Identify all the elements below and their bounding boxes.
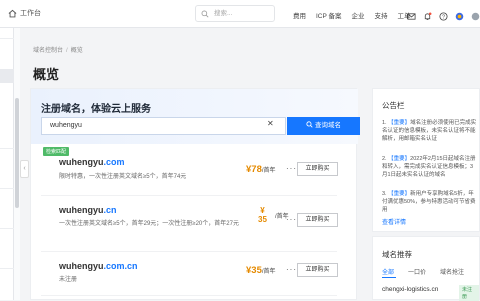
more-options-icon[interactable]: ··· (286, 215, 297, 224)
sidebar-item-active[interactable] (0, 69, 14, 83)
search-icon (306, 121, 313, 128)
domain-name: wuhengyu.com.cn (59, 261, 138, 271)
top-menu: 费用 ICP 备案 企业 支持 工单 (293, 10, 411, 20)
chevron-left-icon: ‹ (23, 165, 26, 172)
menu-support[interactable]: 支持 (375, 10, 388, 20)
domain-price: ¥35 (258, 206, 267, 224)
register-domain-card: 注册域名，体验云上服务 wuhengyu ✕ 查询域名 检索匹配 wuhengy… (30, 88, 360, 300)
menu-enterprise[interactable]: 企业 (352, 10, 365, 20)
search-placeholder: 搜索... (214, 10, 233, 17)
menu-icp[interactable]: ICP 备案 (316, 10, 342, 20)
tab-all[interactable]: 全部 (382, 267, 394, 276)
recommended-domain[interactable]: chengxi-logistics.cn (382, 286, 438, 293)
global-search-input[interactable]: 搜索... (195, 5, 275, 22)
workbench-link[interactable]: 工作台 (8, 8, 41, 18)
status-badge: 未注册 (459, 285, 479, 301)
buy-now-button[interactable]: 立即购买 (297, 213, 338, 227)
menu-billing[interactable]: 费用 (293, 10, 306, 20)
register-hero: 注册域名，体验云上服务 wuhengyu ✕ 查询域名 (31, 89, 360, 144)
page-title: 概览 (33, 67, 60, 82)
search-button-label: 查询域名 (315, 122, 341, 129)
domain-name: wuhengyu.cn (59, 205, 117, 215)
home-icon (8, 9, 17, 17)
help-icon[interactable]: ? (439, 8, 448, 21)
domain-results-list: 检索匹配 wuhengyu.com 限时特惠，一次性注册英文域名≥5个，首年74… (41, 145, 338, 296)
domain-description: 未注册 (59, 277, 78, 283)
active-tab-indicator (382, 277, 396, 278)
workbench-label: 工作台 (20, 10, 41, 17)
bell-icon[interactable] (423, 8, 432, 21)
buy-now-button[interactable]: 立即购买 (297, 263, 338, 277)
announcement-item[interactable]: 1. 【重要】域名注册必须使用已完成实名认证的信息模板，未实名认证将不能解析，用… (382, 119, 478, 143)
tab-fixed-price[interactable]: 一口价 (408, 267, 426, 276)
language-icon[interactable] (455, 8, 464, 21)
domain-price: ¥35/首年 (246, 265, 276, 276)
domain-description: 限时特惠，一次性注册英文域名≥5个，首年74元 (59, 174, 187, 180)
list-item: wuhengyu.cn 一次性注册英文域名≥5个，首年29元；一次性注册≥20个… (41, 196, 338, 252)
svg-text:?: ? (442, 14, 445, 20)
announcement-item[interactable]: 3. 【重要】新用户专享购域名5折，年付满优惠50%，参与特惠活动可节省费用 (382, 190, 478, 214)
collapse-sidebar-button[interactable]: ‹ (20, 160, 29, 178)
domain-name: wuhengyu.com (59, 157, 125, 167)
avatar[interactable] (471, 8, 480, 21)
top-navigation-bar: 工作台 搜索... 费用 ICP 备案 企业 支持 工单 ? (0, 0, 480, 28)
announcement-item[interactable]: 2. 【重要】2022年2月15日起域名注册和转入，需完成实名认证信息模板；3月… (382, 155, 478, 179)
domain-recommend-card: 域名推荐 全部 一口价 域名抢注 chengxi-logistics.cn 未注… (372, 236, 480, 301)
buy-now-button[interactable]: 立即购买 (297, 162, 338, 176)
breadcrumb: 域名控制台 / 概览 (33, 48, 83, 54)
top-icons: ? (407, 8, 480, 21)
announcement-title: 公告栏 (382, 101, 405, 110)
left-sidebar (0, 28, 14, 300)
search-domain-button[interactable]: 查询域名 (287, 117, 360, 135)
search-icon (201, 10, 209, 18)
match-badge: 检索匹配 (43, 147, 70, 156)
breadcrumb-current: 概览 (70, 48, 83, 54)
domain-price: ¥78/首年 (246, 164, 276, 175)
list-item: wuhengyu.com.cn 未注册 ¥35/首年 ··· 立即购买 (41, 252, 338, 296)
tab-backorder[interactable]: 域名抢注 (440, 267, 464, 276)
domain-search-input[interactable]: wuhengyu (41, 117, 286, 135)
recommend-title: 域名推荐 (382, 250, 412, 259)
more-options-icon[interactable]: ··· (286, 265, 297, 274)
clear-icon[interactable]: ✕ (267, 119, 274, 128)
recommend-tabs: 全部 一口价 域名抢注 (382, 267, 464, 276)
sidebar-scrollbar[interactable] (15, 98, 19, 208)
message-icon[interactable] (407, 8, 416, 20)
list-item: 检索匹配 wuhengyu.com 限时特惠，一次性注册英文域名≥5个，首年74… (41, 145, 338, 196)
domain-description: 一次性注册英文域名≥5个，首年29元；一次性注册≥20个，首年27元 (59, 221, 239, 227)
view-details-link[interactable]: 查看详情 (382, 217, 406, 226)
register-heading: 注册域名，体验云上服务 (41, 104, 151, 115)
more-options-icon[interactable]: ··· (286, 164, 297, 173)
announcement-card: 公告栏 1. 【重要】域名注册必须使用已完成实名认证的信息模板，未实名认证将不能… (372, 88, 480, 232)
breadcrumb-root[interactable]: 域名控制台 (33, 48, 63, 54)
